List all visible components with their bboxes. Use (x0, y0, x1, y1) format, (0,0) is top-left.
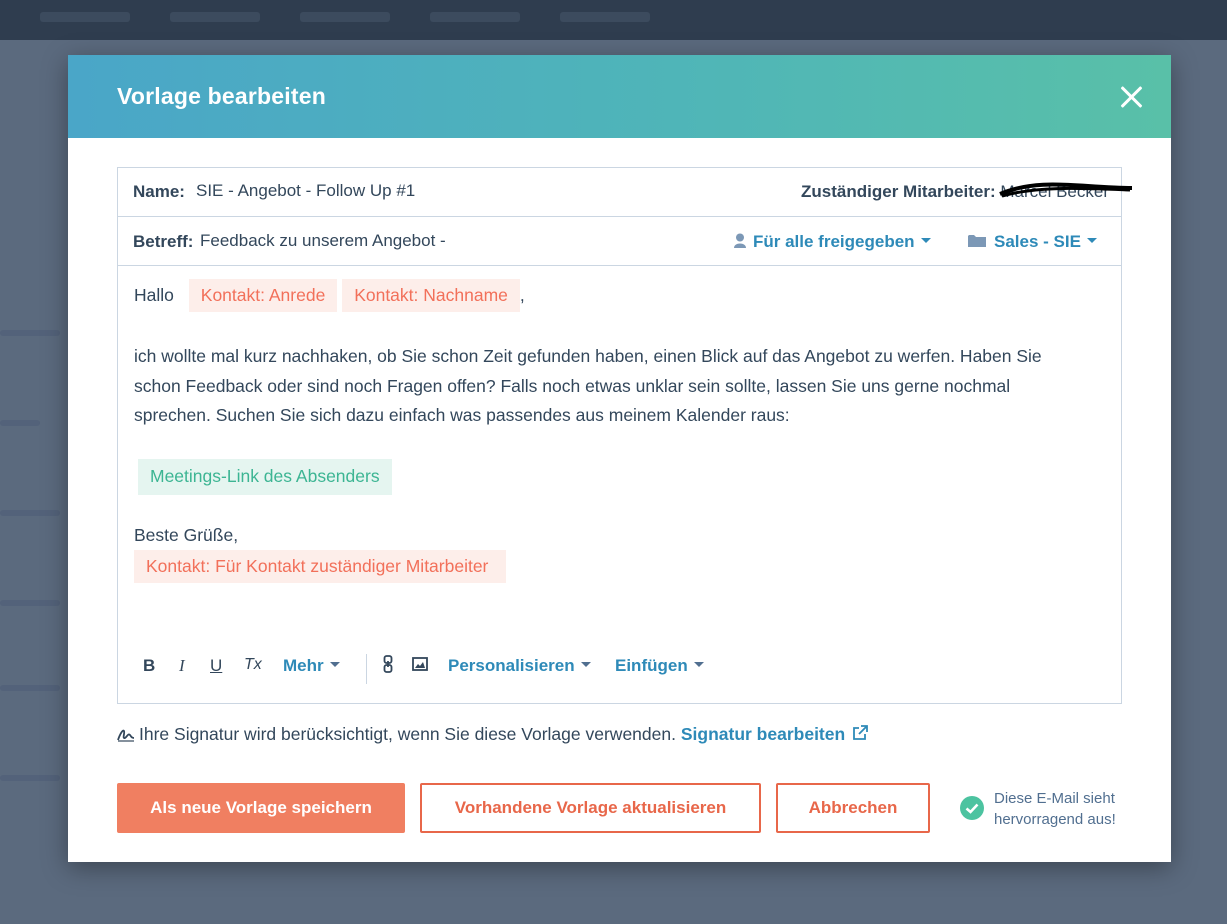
background-nav-item (170, 12, 260, 22)
background-line (0, 685, 60, 691)
subject-row: Betreff: Feedback zu unserem Angebot - F… (118, 217, 1121, 266)
background-line (0, 510, 60, 516)
background-line (0, 775, 60, 781)
background-nav-item (40, 12, 130, 22)
sharing-dropdown-label: Für alle freigegeben (753, 232, 915, 251)
body-paragraph: ich wollte mal kurz nachhaken, ob Sie sc… (134, 346, 1042, 425)
token-anrede[interactable]: Kontakt: Anrede (188, 279, 338, 312)
greeting-text: Hallo (134, 285, 174, 305)
insert-dropdown[interactable]: Einfügen (615, 656, 704, 676)
image-icon[interactable] (412, 656, 428, 676)
token-meetings-link[interactable]: Meetings-Link des Absenders (138, 459, 392, 495)
personalize-dropdown[interactable]: Personalisieren (448, 656, 591, 676)
background-topbar (0, 0, 1227, 40)
cancel-button[interactable]: Abbrechen (776, 783, 930, 833)
formatting-toolbar: B I U Tx Mehr Personalisieren Einfügen (134, 654, 1094, 686)
chevron-down-icon (1086, 238, 1097, 244)
italic-button[interactable]: I (179, 656, 185, 676)
more-dropdown[interactable]: Mehr (283, 656, 340, 676)
more-dropdown-label: Mehr (283, 656, 324, 675)
check-circle-icon (960, 796, 984, 820)
chevron-down-icon (329, 662, 340, 668)
folder-dropdown[interactable]: Sales - SIE (968, 232, 1097, 252)
edit-signature-link-text: Signatur bearbeiten (680, 724, 846, 744)
name-label: Name: (133, 182, 185, 201)
background-nav-item (560, 12, 650, 22)
email-quality-status: Diese E-Mail sieht hervorragend aus! (994, 788, 1144, 830)
background-line (0, 330, 60, 336)
meetings-line: Meetings-Link des Absenders (138, 459, 392, 495)
redaction-scribble (999, 182, 1133, 198)
template-editor: Name: SIE - Angebot - Follow Up #1 Zustä… (117, 167, 1133, 704)
background-nav-item (300, 12, 390, 22)
chevron-down-icon (920, 238, 931, 244)
chevron-down-icon (580, 662, 591, 668)
close-icon[interactable] (1118, 83, 1146, 111)
owner-field: Zuständiger Mitarbeiter: Marcel Becker (801, 182, 1133, 202)
greeting-line: Hallo Kontakt: Anrede Kontakt: Nachname, (134, 279, 525, 312)
bold-button[interactable]: B (143, 656, 155, 676)
external-link-icon (853, 725, 868, 740)
user-icon (734, 233, 746, 248)
folder-icon (968, 235, 986, 247)
background-line (0, 600, 60, 606)
insert-dropdown-label: Einfügen (615, 656, 688, 675)
edit-template-modal: Vorlage bearbeiten Name: SIE - Angebot -… (68, 55, 1171, 862)
token-nachname[interactable]: Kontakt: Nachname (342, 279, 520, 312)
signature-note: Ihre Signatur wird berücksichtigt, wenn … (117, 724, 868, 745)
personalize-dropdown-label: Personalisieren (448, 656, 575, 675)
clear-format-button[interactable]: Tx (244, 656, 262, 674)
subject-label: Betreff: (133, 232, 194, 251)
signature-icon (117, 729, 135, 742)
owner-label: Zuständiger Mitarbeiter: (801, 182, 996, 201)
modal-title: Vorlage bearbeiten (117, 83, 326, 109)
name-row: Name: SIE - Angebot - Follow Up #1 Zustä… (118, 168, 1133, 217)
save-as-new-template-button[interactable]: Als neue Vorlage speichern (117, 783, 405, 833)
signature-text: Ihre Signatur wird berücksichtigt, wenn … (139, 724, 676, 744)
link-icon[interactable] (383, 655, 393, 678)
owner-value[interactable]: Marcel Becker (999, 182, 1133, 201)
subject-input[interactable]: Feedback zu unserem Angebot - (200, 231, 446, 251)
underline-button[interactable]: U (210, 656, 222, 676)
name-input[interactable]: SIE - Angebot - Follow Up #1 (196, 181, 415, 201)
background-line (0, 420, 40, 426)
status-line-2: hervorragend aus! (994, 811, 1116, 828)
closing-text: Beste Grüße, (134, 525, 239, 545)
owner-token-line: Kontakt: Für Kontakt zuständiger Mitarbe… (134, 550, 507, 583)
token-owner[interactable]: Kontakt: Für Kontakt zuständiger Mitarbe… (134, 550, 507, 583)
greeting-comma: , (519, 285, 525, 305)
status-line-1: Diese E-Mail sieht (994, 790, 1115, 807)
edit-signature-link[interactable]: Signatur bearbeiten (681, 724, 868, 744)
folder-dropdown-label: Sales - SIE (994, 232, 1081, 251)
sharing-dropdown[interactable]: Für alle freigegeben (733, 232, 931, 252)
toolbar-divider (366, 654, 367, 684)
update-template-button[interactable]: Vorhandene Vorlage aktualisieren (420, 783, 761, 833)
background-nav-item (430, 12, 520, 22)
modal-header: Vorlage bearbeiten (68, 55, 1171, 138)
chevron-down-icon (693, 662, 704, 668)
